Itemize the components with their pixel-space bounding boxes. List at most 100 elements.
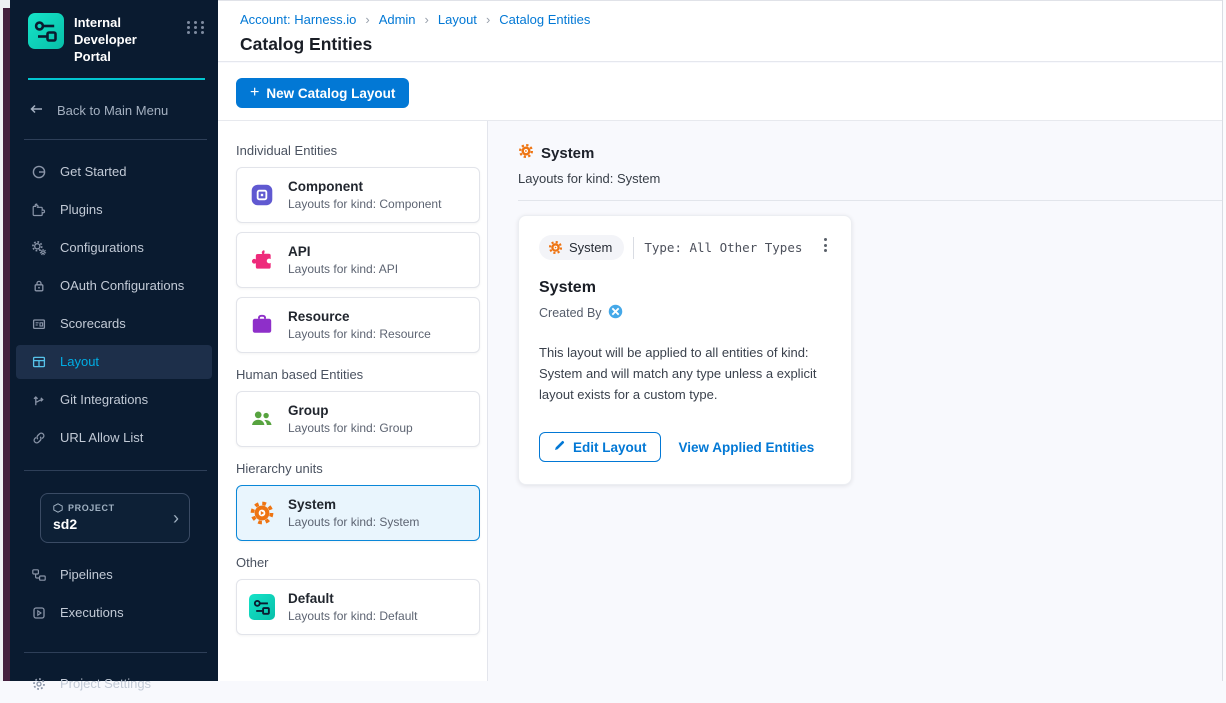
- entity-card-resource[interactable]: Resource Layouts for kind: Resource: [236, 297, 480, 353]
- section-individual-entities: Individual Entities Component Layouts fo…: [236, 143, 487, 353]
- toolbar: + New Catalog Layout: [218, 63, 1226, 121]
- layout-card-title: System: [539, 279, 831, 297]
- sidebar-item-configurations[interactable]: Configurations: [10, 229, 218, 267]
- entity-card-text: System Layouts for kind: System: [288, 497, 419, 529]
- entity-card-system[interactable]: System Layouts for kind: System: [236, 485, 480, 541]
- component-icon: [249, 182, 275, 208]
- section-hierarchy-units: Hierarchy units System Layouts for kind:…: [236, 461, 487, 541]
- project-icon: [53, 503, 63, 513]
- sidebar-divider: [24, 652, 207, 653]
- sidebar: Internal DeveloperPortal Back to Main Me…: [10, 0, 218, 681]
- sidebar-item-oauth-configurations[interactable]: OAuth Configurations: [10, 267, 218, 305]
- sidebar-item-label: Git Integrations: [60, 392, 148, 407]
- idp-logo-icon: [28, 13, 64, 54]
- view-applied-entities-link[interactable]: View Applied Entities: [679, 440, 815, 455]
- window-edge-accent: [3, 8, 10, 681]
- entity-kind-panel: Individual Entities Component Layouts fo…: [218, 121, 488, 681]
- entity-desc: Layouts for kind: Component: [288, 197, 441, 211]
- sidebar-item-label: OAuth Configurations: [60, 278, 184, 293]
- entity-desc: Layouts for kind: Group: [288, 421, 413, 435]
- brand-title: Internal DeveloperPortal: [74, 13, 177, 66]
- kind-header: System: [518, 143, 1226, 164]
- layout-card-header: System Type: All Other Types: [539, 235, 831, 260]
- layout-card-actions: Edit Layout View Applied Entities: [539, 432, 831, 462]
- section-other: Other Default Layouts for kind: Default: [236, 555, 487, 635]
- entity-desc: Layouts for kind: API: [288, 262, 398, 276]
- project-name: sd2: [53, 516, 115, 532]
- sidebar-item-get-started[interactable]: Get Started: [10, 153, 218, 191]
- page-header: Account: Harness.io › Admin › Layout › C…: [218, 0, 1226, 62]
- plugins-icon: [30, 202, 47, 218]
- sidebar-item-executions[interactable]: Executions: [10, 594, 218, 632]
- edit-layout-label: Edit Layout: [573, 440, 647, 455]
- oauth-lock-icon: [30, 278, 47, 294]
- badge-divider: [633, 237, 634, 259]
- entity-card-text: Resource Layouts for kind: Resource: [288, 309, 431, 341]
- edit-layout-button[interactable]: Edit Layout: [539, 432, 661, 462]
- created-by-label: Created By: [539, 306, 602, 320]
- new-catalog-layout-label: New Catalog Layout: [266, 86, 395, 101]
- entity-name: System: [288, 497, 419, 512]
- main-divider: [518, 200, 1226, 201]
- entity-card-api[interactable]: API Layouts for kind: API: [236, 232, 480, 288]
- page-title: Catalog Entities: [240, 34, 1226, 55]
- sidebar-item-url-allow-list[interactable]: URL Allow List: [10, 419, 218, 457]
- section-heading: Hierarchy units: [236, 461, 487, 476]
- main-content: System Layouts for kind: System System T…: [489, 121, 1226, 681]
- layout-card-system: System Type: All Other Types System Crea…: [518, 215, 852, 485]
- configurations-icon: [30, 240, 47, 256]
- sidebar-item-label: Configurations: [60, 240, 144, 255]
- breadcrumb: Account: Harness.io › Admin › Layout › C…: [240, 12, 1226, 27]
- section-heading: Human based Entities: [236, 367, 487, 382]
- entity-card-group[interactable]: Group Layouts for kind: Group: [236, 391, 480, 447]
- sidebar-item-label: Get Started: [60, 164, 126, 179]
- project-selector[interactable]: PROJECT sd2 ›: [40, 493, 190, 543]
- sidebar-footer-nav: Project Settings: [10, 665, 218, 703]
- breadcrumb-admin[interactable]: Admin: [379, 12, 416, 27]
- back-arrow-icon: [28, 101, 45, 120]
- type-label: Type: All Other Types: [644, 240, 802, 255]
- back-label: Back to Main Menu: [57, 103, 168, 118]
- sidebar-item-project-settings[interactable]: Project Settings: [10, 665, 218, 703]
- sidebar-item-scorecards[interactable]: Scorecards: [10, 305, 218, 343]
- back-to-main-menu[interactable]: Back to Main Menu: [10, 80, 218, 139]
- breadcrumb-separator: ›: [365, 12, 369, 27]
- sidebar-item-label: Project Settings: [60, 676, 151, 691]
- new-catalog-layout-button[interactable]: + New Catalog Layout: [236, 78, 409, 108]
- breadcrumb-separator: ›: [486, 12, 490, 27]
- resource-briefcase-icon: [249, 312, 275, 338]
- entity-card-component[interactable]: Component Layouts for kind: Component: [236, 167, 480, 223]
- sidebar-item-git-integrations[interactable]: Git Integrations: [10, 381, 218, 419]
- kind-subtitle: Layouts for kind: System: [518, 171, 1226, 186]
- entity-desc: Layouts for kind: Default: [288, 609, 417, 623]
- sidebar-item-pipelines[interactable]: Pipelines: [10, 556, 218, 594]
- entity-card-default[interactable]: Default Layouts for kind: Default: [236, 579, 480, 635]
- layout-card-description: This layout will be applied to all entit…: [539, 342, 831, 405]
- get-started-icon: [30, 164, 47, 180]
- entity-card-text: API Layouts for kind: API: [288, 244, 398, 276]
- entity-name: Component: [288, 179, 441, 194]
- system-gear-icon: [518, 143, 534, 164]
- sidebar-item-label: Plugins: [60, 202, 103, 217]
- kind-badge: System: [539, 235, 624, 260]
- kebab-menu-icon[interactable]: [820, 235, 831, 255]
- executions-icon: [30, 605, 47, 621]
- created-by-row: Created By: [539, 304, 831, 322]
- api-puzzle-icon: [249, 247, 275, 273]
- kind-badge-label: System: [569, 240, 612, 255]
- kind-title: System: [541, 145, 594, 162]
- pipelines-icon: [30, 567, 47, 583]
- sidebar-item-plugins[interactable]: Plugins: [10, 191, 218, 229]
- section-heading: Individual Entities: [236, 143, 487, 158]
- sidebar-item-label: Executions: [60, 605, 124, 620]
- sidebar-item-layout[interactable]: Layout: [16, 345, 212, 379]
- breadcrumb-account[interactable]: Account: Harness.io: [240, 12, 356, 27]
- entity-name: Group: [288, 403, 413, 418]
- plus-icon: +: [250, 85, 259, 101]
- chevron-right-icon: ›: [173, 509, 179, 527]
- sidebar-nav: Get Started Plugins Configurations: [10, 140, 218, 457]
- breadcrumb-catalog-entities[interactable]: Catalog Entities: [499, 12, 590, 27]
- breadcrumb-layout[interactable]: Layout: [438, 12, 477, 27]
- app-grid-icon[interactable]: [187, 21, 206, 34]
- sidebar-item-label: URL Allow List: [60, 430, 143, 445]
